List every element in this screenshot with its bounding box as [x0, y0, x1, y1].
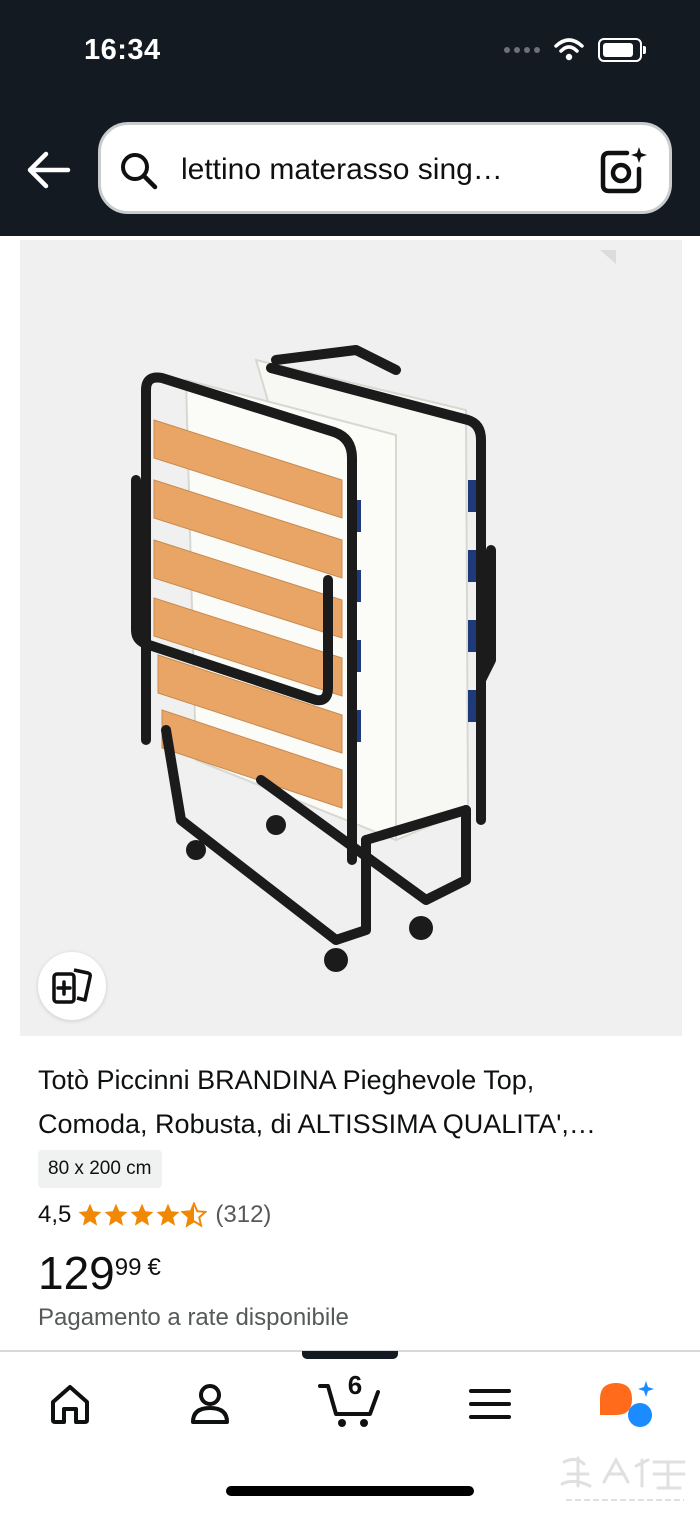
- home-indicator: [226, 1486, 474, 1496]
- search-bar[interactable]: lettino materasso sing…: [98, 122, 672, 214]
- nav-handle: [302, 1351, 398, 1359]
- star-half-icon: [181, 1202, 208, 1228]
- watermark-logo: [560, 1456, 686, 1501]
- rufus-ai-icon: [600, 1381, 654, 1427]
- price: 129 99 €: [38, 1246, 161, 1300]
- account-icon: [191, 1384, 229, 1424]
- arrow-left-icon: [27, 151, 71, 189]
- product-title-line-2[interactable]: Comoda, Robusta, di ALTISSIMA QUALITA',…: [38, 1102, 668, 1146]
- app-header: 16:34 lettino materasso sing…: [0, 0, 700, 236]
- signal-dots-icon: [504, 47, 540, 53]
- compare-cards-icon: [52, 968, 92, 1004]
- installments-note: Pagamento a rate disponibile: [38, 1304, 349, 1331]
- home-icon: [51, 1385, 89, 1424]
- product-title[interactable]: Totò Piccinni BRANDINA Pieghevole Top, C…: [38, 1058, 668, 1146]
- corner-fold-icon: [600, 250, 616, 264]
- cart-count-badge: 6: [347, 1370, 363, 1400]
- star-full-icon: [105, 1203, 128, 1226]
- product-title-line-1[interactable]: Totò Piccinni BRANDINA Pieghevole Top,: [38, 1058, 668, 1102]
- compare-button[interactable]: [38, 952, 106, 1020]
- price-fraction: 99: [114, 1254, 142, 1281]
- rating-value: 4,5: [38, 1201, 72, 1228]
- star-rating: [77, 1202, 208, 1228]
- rating-row[interactable]: 4,5 (312): [38, 1200, 271, 1230]
- price-whole: 129: [38, 1247, 115, 1299]
- size-option-badge: 80 x 200 cm: [38, 1150, 162, 1188]
- wifi-icon: [554, 38, 584, 61]
- menu-icon: [469, 1389, 511, 1419]
- search-input[interactable]: lettino materasso sing…: [181, 153, 503, 187]
- nav-account[interactable]: [186, 1380, 234, 1428]
- review-count[interactable]: (312): [215, 1201, 271, 1229]
- battery-icon: [598, 38, 646, 62]
- nav-rufus[interactable]: [596, 1380, 656, 1428]
- back-button[interactable]: [22, 146, 74, 194]
- star-full-icon: [131, 1203, 154, 1226]
- nav-home[interactable]: [46, 1380, 94, 1428]
- star-full-icon: [79, 1203, 102, 1226]
- camera-sparkle-icon[interactable]: [597, 145, 649, 197]
- price-currency: €: [147, 1254, 161, 1281]
- search-icon: [121, 153, 158, 190]
- star-full-icon: [157, 1203, 180, 1226]
- status-time: 16:34: [84, 34, 161, 66]
- folding-bed-image: [131, 345, 496, 972]
- nav-menu[interactable]: [468, 1380, 512, 1428]
- status-icons: [504, 38, 646, 62]
